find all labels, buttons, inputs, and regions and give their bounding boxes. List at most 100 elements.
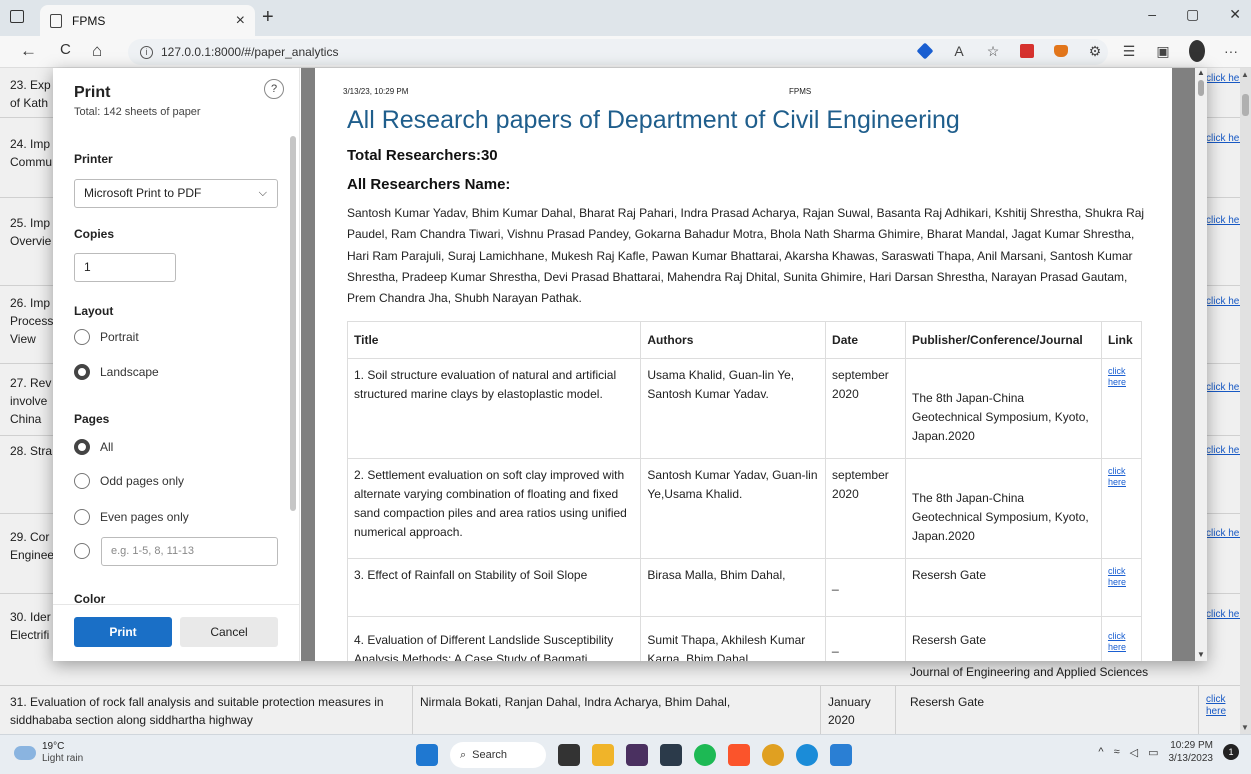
back-button[interactable]: ← [20,41,37,61]
page-icon [50,13,62,28]
paper-publisher: The 8th Japan-China Geotechnical Symposi… [905,358,1102,459]
chevron-up-icon[interactable]: ^ [1098,746,1103,758]
address-bar: ← C ⌂ i 127.0.0.1:8000/#/paper_analytics… [0,36,1251,68]
paper-link[interactable]: click here [1108,566,1135,588]
favorites-add-icon[interactable]: ☆ [985,43,1001,59]
terminal-icon[interactable] [660,744,682,766]
site-info-icon[interactable]: i [140,45,153,59]
paper-date: _ [825,558,907,617]
layout-portrait-radio[interactable]: Portrait [74,329,139,345]
papers-table: Title Authors Date Publisher/Conference/… [346,321,1143,661]
preview-scrollbar[interactable]: ▲ ▼ [1195,68,1207,661]
weather-widget[interactable]: 19°C Light rain [14,741,83,765]
table-header-row: Title Authors Date Publisher/Conference/… [346,321,1143,359]
print-settings-panel: Print Total: 142 sheets of paper ? Print… [53,68,300,661]
paper-title: 3. Effect of Rainfall on Stability of So… [346,558,642,617]
tab-title: FPMS [72,13,106,28]
edge-icon[interactable] [796,744,818,766]
minimize-button[interactable]: – [1148,6,1156,23]
tab-actions-icon[interactable] [10,10,24,23]
chrome-icon[interactable] [762,744,784,766]
layout-landscape-radio[interactable]: Landscape [74,364,159,380]
file-explorer-icon[interactable] [592,744,614,766]
researchers-list: Santosh Kumar Yadav, Bhim Kumar Dahal, B… [347,206,1145,306]
search-icon: ⌕ [460,748,467,761]
paper-title: 2. Settlement evaluation on soft clay im… [346,458,642,559]
page-heading: All Research papers of Department of Civ… [347,106,960,134]
paper-title: 4. Evaluation of Different Landslide Sus… [346,616,642,661]
pages-all-radio[interactable]: All [74,439,113,455]
collections-icon[interactable]: ▣ [1155,43,1171,59]
clock[interactable]: 10:29 PM 3/13/2023 [1169,739,1214,765]
print-button[interactable]: Print [74,617,172,647]
profile-avatar[interactable] [1189,40,1205,62]
pages-label: Pages [74,412,110,426]
print-header-date: 3/13/23, 10:29 PM [343,87,409,96]
layout-label: Layout [74,304,114,318]
tab-bar: FPMS × + – ▢ ✕ [0,0,1251,36]
paper-authors: Sumit Thapa, Akhilesh Kumar Karna, Bhim … [640,616,827,661]
cancel-button[interactable]: Cancel [180,617,278,647]
app-icon[interactable] [626,744,648,766]
pages-custom-radio[interactable] [74,543,90,559]
page-range-input[interactable]: e.g. 1-5, 8, 11-13 [101,537,278,566]
new-tab-button[interactable]: + [262,6,274,29]
close-window-button[interactable]: ✕ [1229,6,1241,23]
paper-link[interactable]: click here [1108,631,1135,653]
spotify-icon[interactable] [694,744,716,766]
paper-date: september 2020 [825,358,907,459]
print-preview: 3/13/23, 10:29 PM FPMS All Research pape… [301,68,1207,661]
paper-link[interactable]: click here [1108,366,1135,388]
scroll-down-icon[interactable]: ▼ [1197,650,1205,659]
copies-input[interactable]: 1 [74,253,176,282]
sheet-count: Total: 142 sheets of paper [74,106,201,118]
taskbar: 19°C Light rain ⌕ Search ^ ≈ ◁ ▭ 10:29 P… [0,734,1251,774]
paper-link[interactable]: click here [1108,466,1135,488]
extensions-icon[interactable]: ⚙ [1087,43,1103,59]
brave-icon[interactable] [728,744,750,766]
researchers-heading: All Researchers Name: [347,176,511,193]
scroll-thumb[interactable] [1198,80,1204,96]
table-row: 3. Effect of Rainfall on Stability of So… [346,558,1143,617]
vscode-icon[interactable] [830,744,852,766]
paper-authors: Birasa Malla, Bhim Dahal, [640,558,827,617]
wifi-icon[interactable]: ≈ [1114,746,1120,758]
red-extension-icon[interactable] [1019,43,1035,59]
maximize-button[interactable]: ▢ [1186,6,1199,23]
home-button[interactable]: ⌂ [92,41,102,61]
scroll-up-icon[interactable]: ▲ [1197,68,1205,77]
printer-label: Printer [74,152,113,166]
table-row: 1. Soil structure evaluation of natural … [346,358,1143,459]
help-icon[interactable]: ? [264,79,284,99]
table-row: 2. Settlement evaluation on soft clay im… [346,458,1143,559]
taskbar-search[interactable]: ⌕ Search [450,742,546,768]
read-aloud-icon[interactable]: A [951,43,967,59]
col-header-title: Title [346,321,642,359]
notification-badge[interactable]: 1 [1223,744,1239,760]
pages-even-radio[interactable]: Even pages only [74,509,189,525]
more-menu-icon[interactable]: ··· [1223,43,1239,59]
battery-icon[interactable]: ▭ [1148,746,1158,759]
paper-authors: Usama Khalid, Guan-lin Ye, Santosh Kumar… [640,358,827,459]
cloud-rain-icon [14,746,36,760]
refresh-button[interactable]: C [60,41,71,58]
col-header-date: Date [825,321,907,359]
printer-select[interactable]: Microsoft Print to PDF ⌵ [74,179,278,208]
close-tab-icon[interactable]: × [236,12,245,30]
total-researchers: Total Researchers:30 [347,147,498,164]
metamask-icon[interactable] [1053,43,1069,59]
browser-tab[interactable]: FPMS × [40,5,255,36]
tag-extension-icon[interactable] [916,42,934,60]
paper-publisher: The 8th Japan-China Geotechnical Symposi… [905,458,1102,559]
volume-icon[interactable]: ◁ [1130,746,1138,759]
print-header-title: FPMS [789,87,812,96]
dialog-title: Print [74,84,111,101]
paper-title: 1. Soil structure evaluation of natural … [346,358,642,459]
settings-scrollbar[interactable] [290,136,296,511]
chevron-down-icon: ⌵ [258,187,267,199]
url-text: 127.0.0.1:8000/#/paper_analytics [161,45,339,59]
task-view-icon[interactable] [558,744,580,766]
pages-odd-radio[interactable]: Odd pages only [74,473,184,489]
start-icon[interactable] [416,744,438,766]
favorites-icon[interactable]: ☰ [1121,43,1137,59]
